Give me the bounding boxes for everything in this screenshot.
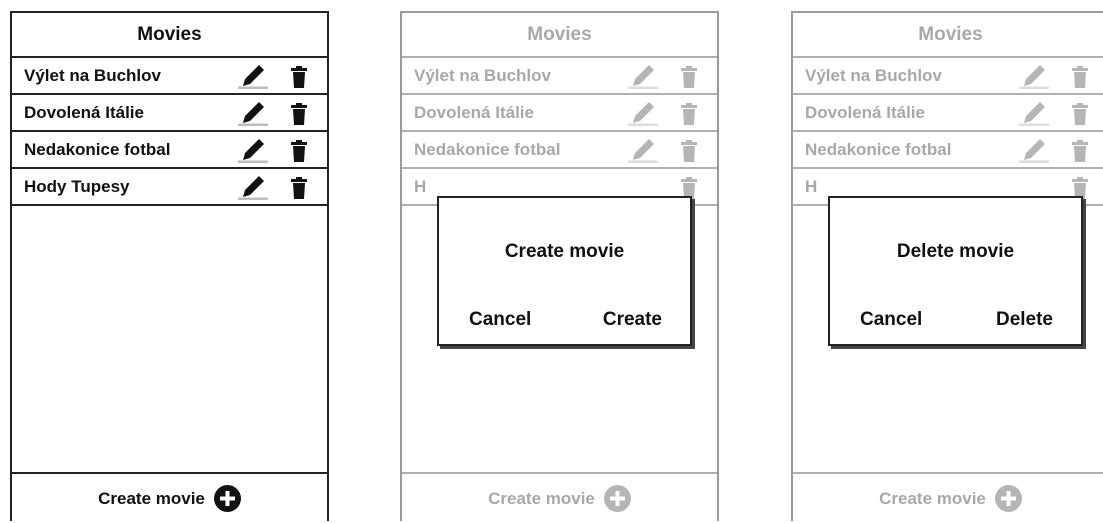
cancel-button[interactable]: Cancel [469,309,531,331]
trash-icon [1072,103,1088,125]
create-movie-label: Create movie [488,488,595,508]
trash-icon [681,66,697,88]
list-item[interactable]: Dovolená Itálie [12,95,327,132]
list-item-label: H [414,176,427,196]
create-movie-button: Create movie [402,472,717,523]
page-title: Movies [402,13,717,58]
list-item: Výlet na Buchlov [793,58,1103,95]
list-item-label: Dovolená Itálie [805,102,925,122]
list-item-label: Nedakonice fotbal [24,139,171,159]
dialog-title: Delete movie [896,241,1015,262]
movies-screen-create-dialog: Movies Výlet na Buchlov Dovolená Itálie … [400,11,719,521]
list-item-label: Nedakonice fotbal [805,139,952,159]
list-item[interactable]: Hody Tupesy [12,169,327,206]
list-item: Dovolená Itálie [402,95,717,132]
trash-icon[interactable] [291,103,307,125]
trash-icon[interactable] [291,140,307,162]
create-movie-label: Create movie [98,488,205,508]
create-movie-label: Create movie [879,488,986,508]
page-title: Movies [793,13,1103,58]
create-movie-button: Create movie [793,472,1103,523]
list-item: Nedakonice fotbal [793,132,1103,169]
pencil-icon [628,102,658,126]
page-title: Movies [12,13,327,58]
trash-icon[interactable] [291,66,307,88]
list-item-label: H [805,176,818,196]
movies-screen-list: Movies Výlet na Buchlov Dovolená Itálie … [10,11,329,521]
movies-screen-delete-dialog: Movies Výlet na Buchlov Dovolená Itálie … [791,11,1103,521]
trash-icon [681,103,697,125]
create-movie-button[interactable]: Create movie [12,472,327,523]
dialog-title: Create movie [504,241,625,262]
trash-icon [681,140,697,162]
list-item-label: Výlet na Buchlov [414,65,551,85]
list-item-label: Hody Tupesy [24,176,130,196]
plus-circle-icon [603,485,631,512]
list-item-label: Dovolená Itálie [24,102,144,122]
list-item-label: Dovolená Itálie [414,102,534,122]
pencil-icon [1019,102,1049,126]
pencil-icon [628,65,658,89]
create-button[interactable]: Create [603,309,662,331]
list-item: Dovolená Itálie [793,95,1103,132]
list-item[interactable]: Nedakonice fotbal [12,132,327,169]
delete-movie-dialog: Delete movie Cancel Delete [828,196,1083,346]
list-item: Výlet na Buchlov [402,58,717,95]
cancel-button[interactable]: Cancel [860,309,922,331]
list-item[interactable]: Výlet na Buchlov [12,58,327,95]
list-item-label: Výlet na Buchlov [805,65,942,85]
pencil-icon[interactable] [238,63,268,89]
list-item-label: Nedakonice fotbal [414,139,561,159]
pencil-icon[interactable] [238,137,268,163]
pencil-icon [628,139,658,163]
pencil-icon[interactable] [238,100,268,126]
list-item-label: Výlet na Buchlov [24,65,161,85]
create-movie-dialog: Create movie Cancel Create [437,196,692,346]
pencil-icon [1019,139,1049,163]
pencil-icon[interactable] [238,174,268,200]
trash-icon [1072,140,1088,162]
list-item: Nedakonice fotbal [402,132,717,169]
delete-button[interactable]: Delete [996,309,1053,331]
trash-icon [1072,66,1088,88]
plus-circle-icon [994,485,1022,512]
plus-circle-icon [213,485,241,512]
trash-icon[interactable] [291,177,307,199]
pencil-icon [1019,65,1049,89]
